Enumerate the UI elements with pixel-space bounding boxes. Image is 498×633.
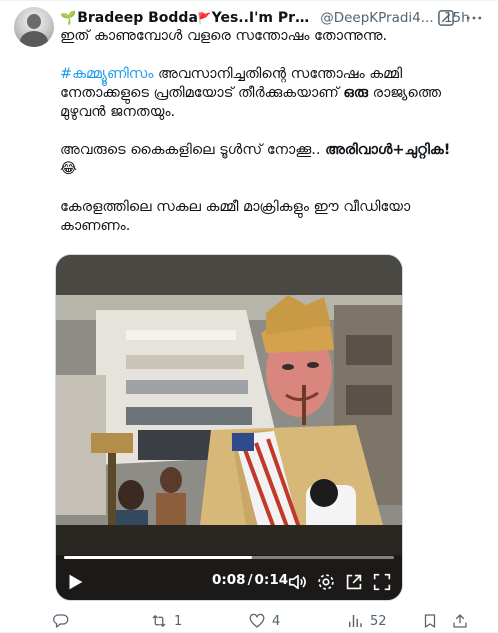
popout-icon[interactable] xyxy=(343,571,365,593)
heart-icon xyxy=(249,613,265,628)
text-line-3-bold: ഒരു xyxy=(343,85,368,101)
author-display-name: Bradeep Bodda xyxy=(77,10,198,26)
repost-button[interactable]: 1 xyxy=(150,610,182,632)
like-button[interactable]: 4 xyxy=(248,610,280,632)
text-line-3-b: രാജ്യത്തെ xyxy=(367,85,442,101)
video-duration: 0:14 xyxy=(254,572,289,588)
video-frame xyxy=(56,255,402,600)
video-player[interactable]: 0:08/0:14 xyxy=(55,254,403,601)
tweet-card[interactable]: 🌱 Bradeep Bodda🚩Yes..I'm Proud HI... @De… xyxy=(0,0,498,633)
video-time-separator: / xyxy=(247,572,253,588)
text-line-4: മുഴുവൻ ജനതയും. xyxy=(60,104,176,120)
text-line-5-bold: അരിവാൾ+ചുറ്റിക! xyxy=(325,142,451,158)
volume-icon[interactable] xyxy=(287,571,309,593)
avatar-shoulders xyxy=(20,31,48,47)
text-line-7: കേരളത്തിലെ സകല കമ്മീ മാക്രികളും ഈ വീഡിയോ xyxy=(60,199,411,215)
avatar-head xyxy=(27,14,41,29)
flag-emoji-icon: 🚩 xyxy=(197,12,212,25)
text-gap xyxy=(60,122,480,141)
laughing-emoji-icon: 😂 xyxy=(60,161,77,177)
text-gap xyxy=(60,236,480,255)
text-line-8: കാണണം. xyxy=(60,218,131,234)
tweet-header: 🌱 Bradeep Bodda🚩Yes..I'm Proud HI... @De… xyxy=(60,7,490,29)
settings-gear-icon[interactable] xyxy=(315,571,337,593)
play-icon[interactable] xyxy=(64,571,86,593)
author-handle[interactable]: @DeepKPradi4... xyxy=(320,10,433,26)
author-avatar[interactable] xyxy=(14,7,54,47)
repost-count: 1 xyxy=(174,613,183,629)
share-button[interactable] xyxy=(451,610,469,632)
bookmark-icon xyxy=(424,614,436,628)
text-line-5: അവരുടെ കൈകളിലെ ടൂൾസ് നോക്കൂ.. അരിവാൾ+ചുറ… xyxy=(60,141,480,160)
text-line-2: #കമ്മ്യൂണിസം അവസാനിച്ചതിന്റെ സന്തോഷം കമ്… xyxy=(60,65,480,84)
views-bar-icon xyxy=(349,615,362,627)
tweet-actions: 1 4 52 xyxy=(52,610,488,632)
video-time-readout: 0:08/0:14 xyxy=(212,572,288,588)
text-gap xyxy=(60,179,480,198)
repost-icon xyxy=(152,615,166,627)
fullscreen-icon[interactable] xyxy=(371,571,393,593)
share-icon xyxy=(453,614,467,628)
sprout-emoji-icon: 🌱 xyxy=(60,10,77,26)
author-name[interactable]: Bradeep Bodda🚩Yes..I'm Proud HI... xyxy=(77,10,315,26)
text-line-3: നേതാക്കളുടെ പ്രതിമയോട് തീർക്കുകയാണ് ഒരു … xyxy=(60,84,480,103)
text-line-2-rest: അവസാനിച്ചതിന്റെ സന്തോഷം കമ്മി xyxy=(153,66,403,82)
text-line-5-a: അവരുടെ കൈകളിലെ ടൂൾസ് നോക്കൂ.. xyxy=(60,142,326,158)
hashtag-link[interactable]: #കമ്മ്യൂണിസം xyxy=(60,66,153,82)
text-gap xyxy=(60,46,480,65)
text-line-1: ഇത് കാണുമ്പോൾ വളരെ സന്തോഷം തോന്നുന്നു. xyxy=(60,28,388,44)
views-button[interactable]: 52 xyxy=(346,610,387,632)
reply-button[interactable] xyxy=(52,610,76,632)
text-line-3-a: നേതാക്കളുടെ പ്രതിമയോട് തീർക്കുകയാണ് xyxy=(60,85,344,101)
like-count: 4 xyxy=(272,613,281,629)
video-progress-fill xyxy=(64,556,253,559)
more-dots-icon[interactable] xyxy=(464,8,484,28)
views-count: 52 xyxy=(370,613,387,629)
tweet-text: ഇത് കാണുമ്പോൾ വളരെ സന്തോഷം തോന്നുന്നു. #… xyxy=(60,27,480,274)
grok-icon[interactable] xyxy=(436,8,456,28)
reply-bubble-icon xyxy=(53,614,69,628)
video-current-time: 0:08 xyxy=(212,572,246,588)
bookmark-button[interactable] xyxy=(421,610,439,632)
video-controls: 0:08/0:14 xyxy=(56,554,402,600)
video-progress-bar[interactable] xyxy=(64,556,394,559)
author-name-suffix: Yes..I'm Proud HI... xyxy=(211,10,316,26)
